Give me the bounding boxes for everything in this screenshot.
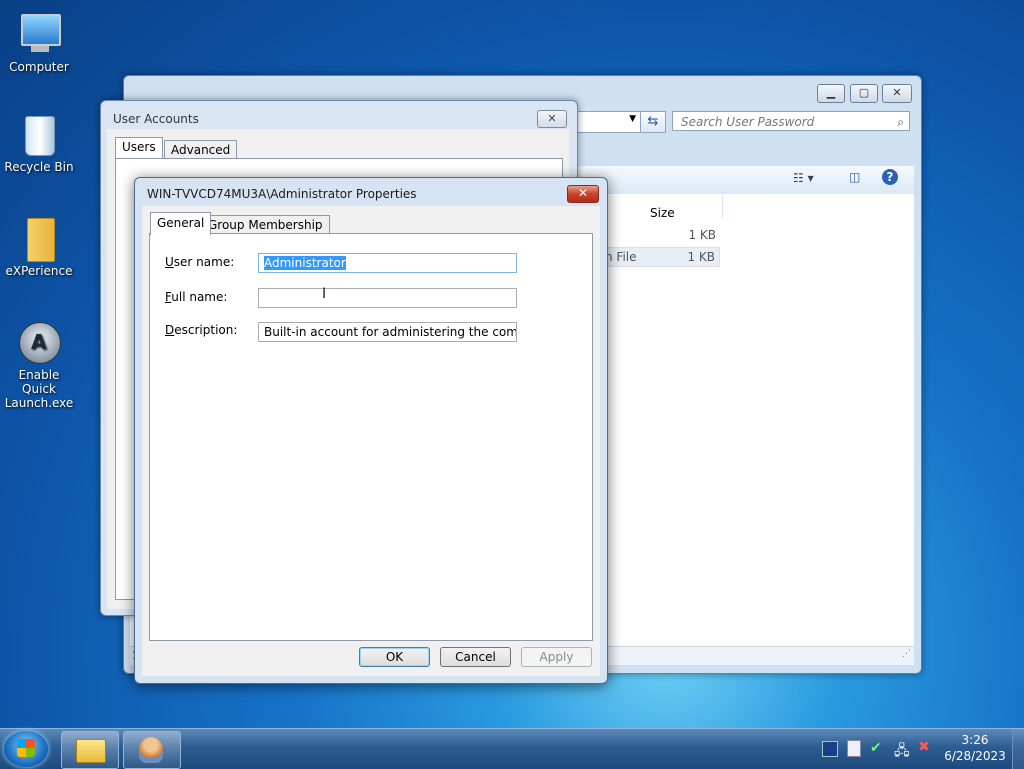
clock-date: 6/28/2023	[944, 749, 1006, 763]
dialog-body: General Group Membership User name: Admi…	[142, 206, 600, 676]
tab-general[interactable]: General	[150, 212, 212, 235]
desktop-icon-recycle-bin[interactable]: Recycle Bin	[0, 110, 78, 174]
app-launcher-icon: A	[15, 318, 63, 366]
clock-time: 3:26	[961, 733, 989, 747]
network-icon[interactable]: 🖧	[894, 740, 910, 764]
recycle-bin-icon	[15, 110, 63, 158]
administrator-properties-dialog[interactable]: WIN-TVVCD74MU3A\Administrator Properties…	[134, 177, 608, 684]
clock[interactable]: 3:26 6/28/2023	[942, 733, 1008, 763]
close-button[interactable]: ✕	[537, 110, 567, 128]
tab-users[interactable]: Users	[115, 137, 163, 160]
text-cursor-icon: I	[322, 286, 327, 302]
help-icon[interactable]: ?	[882, 169, 898, 185]
tab-advanced[interactable]: Advanced	[164, 140, 238, 159]
column-divider	[722, 194, 723, 218]
windows-logo-icon	[17, 739, 35, 757]
address-dropdown[interactable]: ▼	[574, 111, 641, 133]
folder-icon	[76, 739, 106, 763]
search-input[interactable]: Search User Password ⌕	[672, 111, 910, 131]
desktop-icon-experience[interactable]: eXPerience	[0, 214, 78, 278]
refresh-button[interactable]: ⇆	[640, 111, 666, 133]
apply-button[interactable]: Apply	[521, 647, 592, 667]
description-field[interactable]: Built-in account for administering the c…	[258, 322, 517, 342]
chevron-down-icon: ▼	[629, 114, 636, 124]
cancel-button[interactable]: Cancel	[440, 647, 511, 667]
tab-group-membership[interactable]: Group Membership	[201, 215, 330, 234]
dialog-title: WIN-TVVCD74MU3A\Administrator Properties	[147, 187, 417, 201]
search-icon: ⌕	[897, 115, 904, 129]
start-button[interactable]	[4, 731, 48, 767]
view-options-icon[interactable]: ☷ ▾	[793, 171, 814, 185]
description-label: Description:	[165, 323, 238, 337]
close-button[interactable]: ✕	[567, 185, 599, 203]
user-name-label: User name:	[165, 255, 235, 269]
table-row[interactable]: 1 KB	[600, 228, 720, 246]
computer-icon	[15, 10, 63, 58]
row-size: 1 KB	[687, 250, 715, 264]
maximize-button[interactable]: ▢	[850, 84, 878, 103]
taskbar-user-accounts-button[interactable]	[123, 731, 181, 769]
row-size: 1 KB	[688, 228, 716, 242]
security-check-icon[interactable]: ✔	[870, 740, 882, 756]
preview-pane-icon[interactable]: ◫	[849, 170, 860, 184]
taskbar: ✔ 🖧 ✖ 3:26 6/28/2023	[0, 728, 1024, 769]
table-row[interactable]: n File 1 KB	[600, 247, 720, 267]
row-type: n File	[605, 250, 637, 264]
desktop-icon-enable-quick-launch[interactable]: A Enable Quick Launch.exe	[0, 318, 78, 410]
desktop-icon-label: Computer	[9, 60, 69, 74]
user-name-field[interactable]: Administrator	[258, 253, 517, 273]
desktop-icon-label: Enable Quick Launch.exe	[4, 368, 74, 410]
desktop-icon-computer[interactable]: Computer	[0, 10, 78, 74]
taskbar-explorer-button[interactable]	[61, 731, 119, 769]
general-panel: User name: Administrator Full name: I De…	[149, 233, 593, 641]
desktop-icon-label: eXPerience	[5, 264, 73, 278]
ok-button[interactable]: OK	[359, 647, 430, 667]
folder-icon	[15, 214, 63, 262]
full-name-field[interactable]	[258, 288, 517, 308]
minimize-button[interactable]: ▁	[817, 84, 845, 103]
volume-muted-icon[interactable]: ✖	[918, 739, 930, 755]
language-bar-icon[interactable]	[822, 741, 838, 757]
users-icon	[139, 737, 163, 763]
full-name-label: Full name:	[165, 290, 228, 304]
refresh-icon: ⇆	[647, 114, 659, 129]
dialog-title: User Accounts	[113, 112, 199, 126]
column-header-size[interactable]: Size	[650, 206, 675, 220]
close-button[interactable]: ✕	[882, 84, 912, 103]
resize-grip-icon[interactable]: ⋰	[902, 649, 911, 659]
desktop-icon-label: Recycle Bin	[4, 160, 74, 174]
document-icon[interactable]	[847, 740, 861, 757]
selected-text: Administrator	[264, 256, 346, 270]
show-desktop-button[interactable]	[1012, 729, 1024, 769]
